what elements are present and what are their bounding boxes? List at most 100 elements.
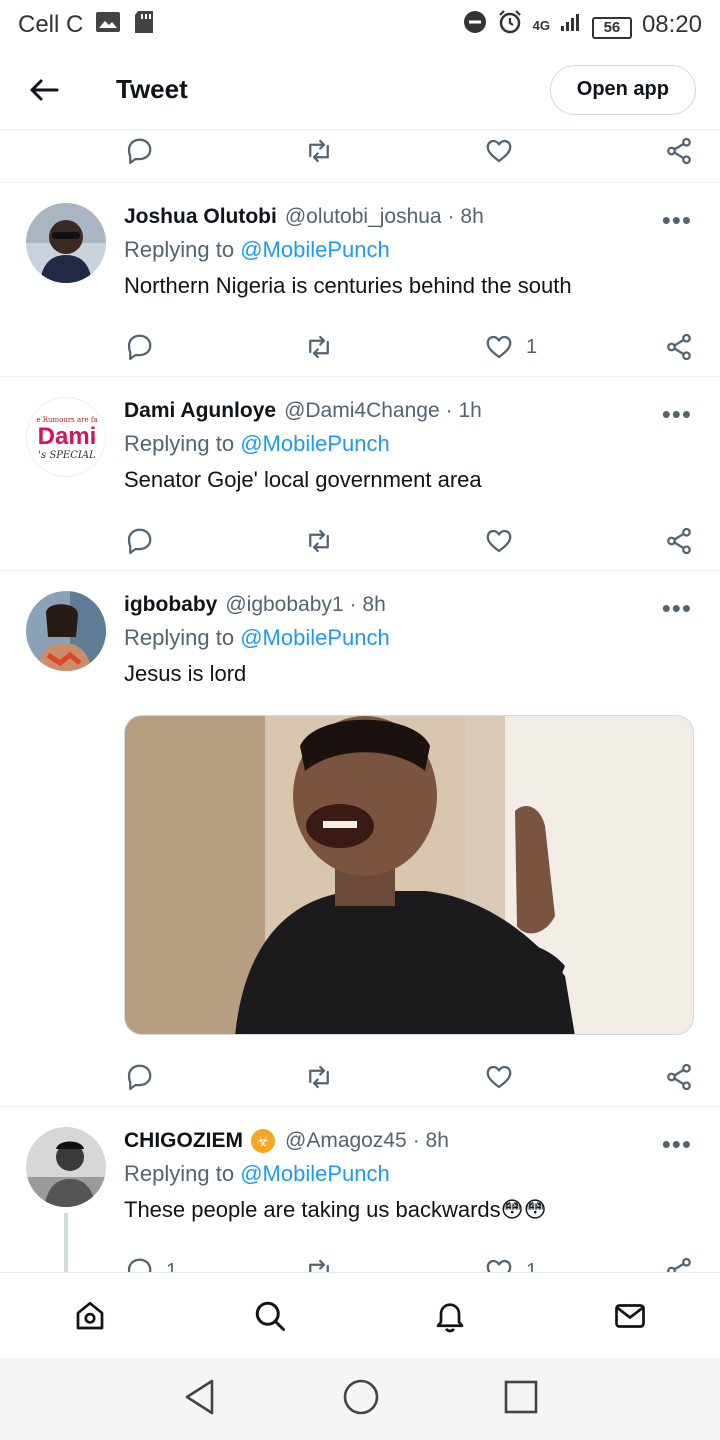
share-icon xyxy=(667,1063,691,1091)
thread-line xyxy=(64,1213,68,1272)
nav-search[interactable] xyxy=(240,1286,300,1346)
author-handle[interactable]: @olutobi_joshua xyxy=(285,205,442,229)
signal-icon xyxy=(560,11,582,39)
share-icon xyxy=(667,527,691,555)
more-options-button[interactable]: ••• xyxy=(662,205,692,236)
tweet-text: Jesus is lord xyxy=(124,661,247,686)
notifications-icon xyxy=(436,1302,464,1332)
avatar[interactable] xyxy=(26,591,106,671)
tweet-header: igbobaby @igbobaby1 · 8h xyxy=(124,589,696,621)
more-options-button[interactable]: ••• xyxy=(662,1129,692,1160)
avatar[interactable] xyxy=(26,203,106,283)
reply-icon xyxy=(127,334,152,360)
like-button[interactable]: 1 xyxy=(484,1256,664,1272)
mention-link[interactable]: @MobilePunch xyxy=(240,1161,390,1186)
tweet-header: Joshua Olutobi @olutobi_joshua · 8h xyxy=(124,201,696,233)
tweet-actions: 1 1 xyxy=(124,1251,696,1272)
reply-tweet[interactable]: CHIGOZIEM ☣ @Amagoz45 · 8h ••• Replying … xyxy=(0,1106,720,1272)
home-circle-icon xyxy=(343,1379,379,1414)
author-handle[interactable]: @Dami4Change xyxy=(284,399,440,423)
avatar-text: Dami xyxy=(37,422,97,450)
reply-tweet[interactable]: e Rumours are fa Dami 's SPECIAL Dami Ag… xyxy=(0,376,720,570)
retweet-icon xyxy=(309,1065,329,1089)
author-name[interactable]: Dami Agunloye xyxy=(124,399,276,423)
author-handle[interactable]: @igbobaby1 xyxy=(225,593,343,617)
replying-label: Replying to xyxy=(124,237,235,262)
home-icon xyxy=(76,1301,104,1329)
top-app-bar: Tweet Open app xyxy=(0,50,720,130)
reply-button[interactable] xyxy=(124,136,304,166)
retweet-icon xyxy=(309,1259,329,1272)
do-not-disturb-icon xyxy=(463,10,487,41)
clock: 08:20 xyxy=(641,11,702,38)
tweet-media-image[interactable] xyxy=(124,715,694,1035)
reply-button[interactable] xyxy=(124,526,304,556)
reply-button[interactable]: 1 xyxy=(124,1256,304,1272)
replying-label: Replying to xyxy=(124,625,235,650)
tweet-header: Dami Agunloye @Dami4Change · 1h xyxy=(124,395,696,427)
heart-icon xyxy=(486,529,512,553)
author-name[interactable]: CHIGOZIEM xyxy=(124,1129,243,1153)
author-handle[interactable]: @Amagoz45 xyxy=(285,1129,407,1153)
retweet-button[interactable] xyxy=(304,526,484,556)
open-app-button[interactable]: Open app xyxy=(549,64,696,115)
heart-icon xyxy=(486,1065,512,1089)
tweet-text: Northern Nigeria is centuries behind the… xyxy=(124,273,572,298)
replies-feed[interactable]: Joshua Olutobi @olutobi_joshua · 8h ••• … xyxy=(0,130,720,1272)
sd-card-icon xyxy=(133,10,155,41)
more-options-button[interactable]: ••• xyxy=(662,593,692,624)
replying-label: Replying to xyxy=(124,1161,235,1186)
retweet-icon xyxy=(309,139,329,163)
author-name[interactable]: Joshua Olutobi xyxy=(124,205,277,229)
page-title: Tweet xyxy=(116,74,188,104)
heart-icon xyxy=(486,1259,512,1272)
avatar-small-text-bottom: 's SPECIAL xyxy=(38,449,96,461)
status-bar: Cell C 4G 56 08:20 xyxy=(0,0,720,50)
share-button[interactable] xyxy=(664,526,694,556)
tweet-actions: 1 xyxy=(124,327,696,367)
tweet-actions xyxy=(124,521,696,561)
avatar[interactable] xyxy=(26,1127,106,1207)
like-button[interactable] xyxy=(484,136,664,166)
share-button[interactable] xyxy=(664,1256,694,1272)
retweet-button[interactable] xyxy=(304,332,484,362)
author-name[interactable]: igbobaby xyxy=(124,593,217,617)
share-button[interactable] xyxy=(664,332,694,362)
system-home-button[interactable] xyxy=(342,1378,380,1421)
reply-icon xyxy=(127,1064,152,1090)
mention-link[interactable]: @MobilePunch xyxy=(240,237,390,262)
nav-home[interactable] xyxy=(60,1286,120,1346)
like-button[interactable] xyxy=(484,526,664,556)
retweet-button[interactable] xyxy=(304,1256,484,1272)
reply-button[interactable] xyxy=(124,332,304,362)
back-button[interactable] xyxy=(22,68,66,112)
bottom-navigation xyxy=(0,1272,720,1358)
avatar[interactable]: e Rumours are fa Dami 's SPECIAL xyxy=(26,397,106,477)
reply-tweet[interactable]: igbobaby @igbobaby1 · 8h ••• Replying to… xyxy=(0,570,720,1106)
gallery-notification-icon xyxy=(95,11,121,40)
share-button[interactable] xyxy=(664,1062,694,1092)
mention-link[interactable]: @MobilePunch xyxy=(240,625,390,650)
like-button[interactable] xyxy=(484,1062,664,1092)
heart-icon xyxy=(486,335,512,359)
more-options-button[interactable]: ••• xyxy=(662,399,692,430)
system-back-button[interactable] xyxy=(182,1378,218,1421)
system-recents-button[interactable] xyxy=(504,1380,538,1419)
share-button[interactable] xyxy=(664,136,694,166)
reply-tweet[interactable]: Joshua Olutobi @olutobi_joshua · 8h ••• … xyxy=(0,182,720,376)
nav-messages[interactable] xyxy=(600,1286,660,1346)
mention-link[interactable]: @MobilePunch xyxy=(240,431,390,456)
reply-icon xyxy=(127,138,152,164)
like-button[interactable]: 1 xyxy=(484,332,664,362)
nav-notifications[interactable] xyxy=(420,1286,480,1346)
search-icon xyxy=(255,1301,285,1331)
share-icon xyxy=(667,137,691,165)
back-triangle-icon xyxy=(185,1379,214,1414)
retweet-button[interactable] xyxy=(304,136,484,166)
more-icon: ••• xyxy=(661,593,692,623)
reply-button[interactable] xyxy=(124,1062,304,1092)
tweet-time: · 1h xyxy=(445,399,482,422)
replying-to: Replying to @MobilePunch xyxy=(124,237,696,269)
more-icon: ••• xyxy=(661,205,692,235)
retweet-button[interactable] xyxy=(304,1062,484,1092)
